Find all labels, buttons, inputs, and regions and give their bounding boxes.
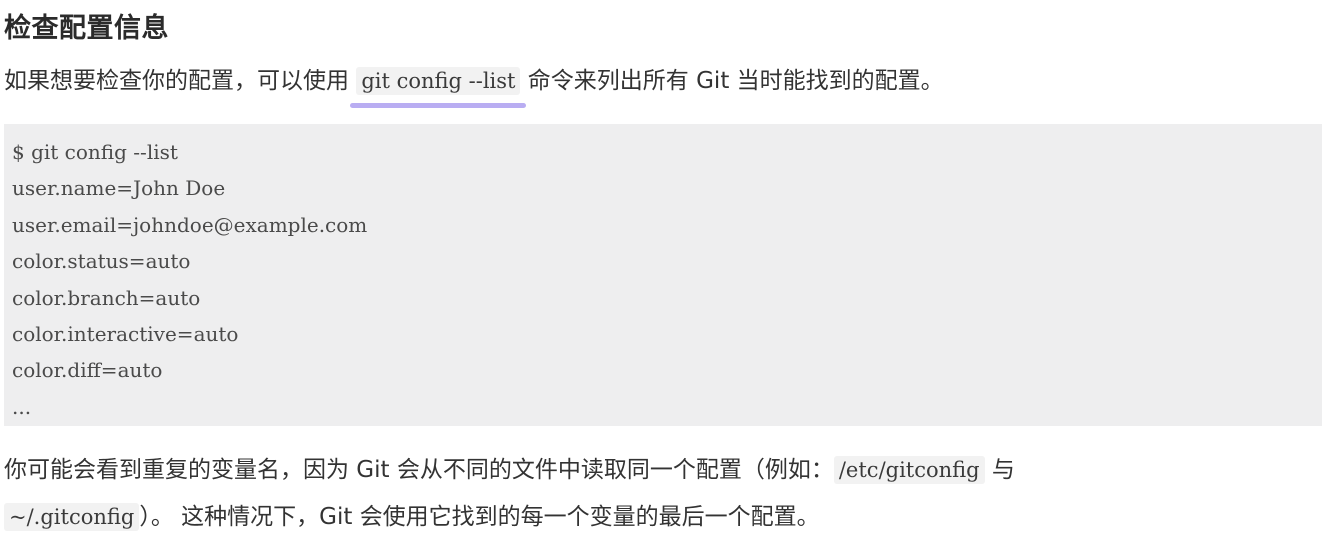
inline-code-home-gitconfig: ~/.gitconfig	[4, 503, 140, 531]
inline-code-etc-gitconfig: /etc/gitconfig	[833, 456, 985, 484]
intro-text-after: 命令来列出所有 Git 当时能找到的配置。	[520, 68, 944, 94]
code-line: color.interactive=auto	[12, 321, 239, 346]
explanation-paragraph-line-2: ~/.gitconfig）。 这种情况下，Git 会使用它找到的每一个变量的最后…	[4, 500, 820, 534]
explanation-paragraph-line-1: 你可能会看到重复的变量名，因为 Git 会从不同的文件中读取同一个配置（例如： /…	[4, 453, 1015, 487]
inline-code-git-config-list: git config --list	[356, 67, 521, 95]
explanation-text-end: ）。 这种情况下，Git 会使用它找到的每一个变量的最后一个配置。	[139, 504, 820, 530]
highlight-underline	[350, 103, 527, 108]
highlighted-command: git config --list	[350, 64, 527, 108]
code-line: color.branch=auto	[12, 285, 201, 310]
intro-paragraph: 如果想要检查你的配置，可以使用 git config --list 命令来列出所…	[4, 64, 944, 108]
code-line: $ git config --list	[12, 140, 178, 164]
document-page: 检查配置信息 如果想要检查你的配置，可以使用 git config --list…	[0, 0, 1324, 544]
code-line: user.name=John Doe	[12, 176, 226, 201]
intro-text-before: 如果想要检查你的配置，可以使用	[4, 68, 357, 94]
explanation-text-before: 你可能会看到重复的变量名，因为 Git 会从不同的文件中读取同一个配置（例如：	[4, 457, 834, 483]
code-line: ...	[12, 394, 32, 419]
code-line: color.status=auto	[12, 249, 191, 274]
code-block: $ git config --list user.name=John Doe u…	[4, 124, 1322, 426]
section-heading: 检查配置信息	[4, 13, 169, 44]
code-line: user.email=johndoe@example.com	[12, 212, 368, 237]
code-line: color.diff=auto	[12, 358, 163, 383]
explanation-text-after: 与	[984, 457, 1015, 483]
